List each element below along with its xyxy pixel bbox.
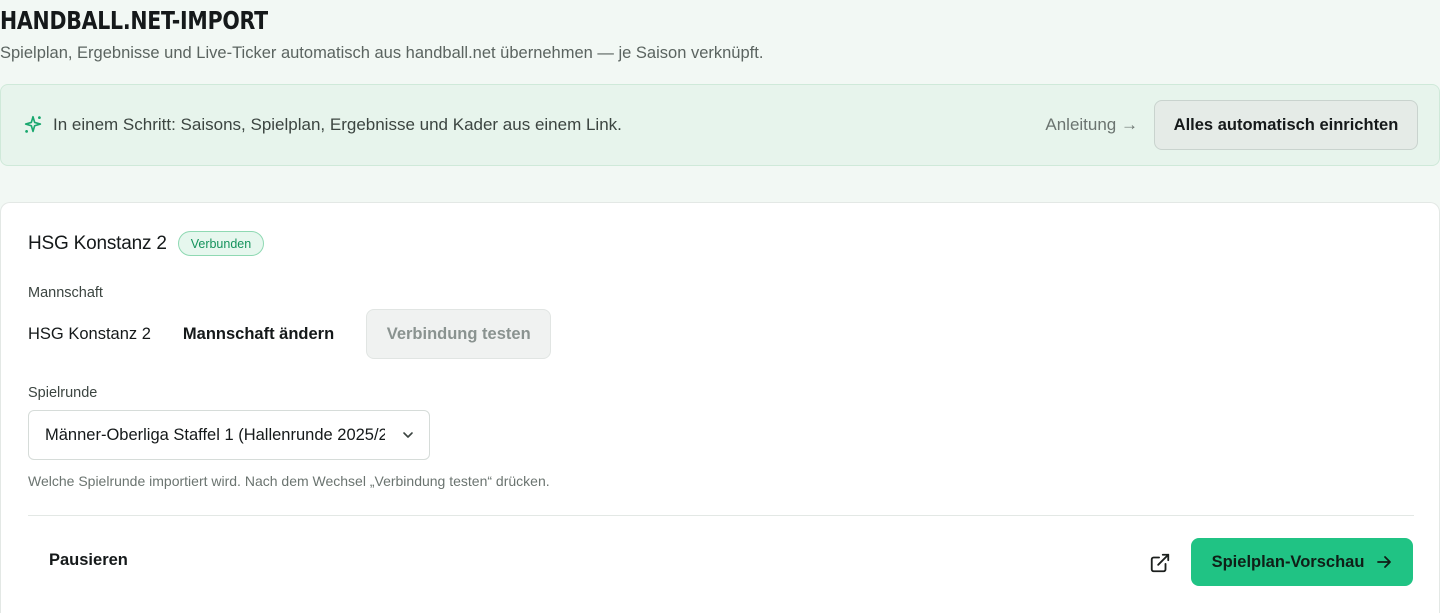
schedule-preview-button[interactable]: Spielplan-Vorschau [1191, 538, 1413, 586]
chevron-down-icon [403, 432, 413, 438]
setup-banner: In einem Schritt: Saisons, Spielplan, Er… [0, 84, 1440, 166]
schedule-preview-label: Spielplan-Vorschau [1211, 552, 1365, 571]
page-subtitle: Spielplan, Ergebnisse und Live-Ticker au… [0, 44, 764, 62]
change-team-button[interactable]: Mannschaft ändern [183, 325, 334, 344]
team-header: HSG Konstanz 2 Verbunden [28, 231, 265, 256]
spielrunde-label: Spielrunde [28, 385, 98, 401]
mannschaft-value: HSG Konstanz 2 [28, 324, 151, 343]
pause-button[interactable]: Pausieren [49, 551, 128, 570]
auto-setup-button[interactable]: Alles automatisch einrichten [1154, 100, 1418, 150]
spielrunde-selected-value: Männer-Oberliga Staffel 1 (Hallenrunde 2… [45, 425, 385, 444]
page-title: HANDBALL.NET-IMPORT [0, 6, 268, 35]
spielrunde-select[interactable]: Männer-Oberliga Staffel 1 (Hallenrunde 2… [28, 410, 430, 460]
status-badge: Verbunden [177, 231, 265, 256]
test-connection-button[interactable]: Verbindung testen [366, 309, 552, 359]
divider [28, 515, 1414, 516]
guide-link[interactable]: Anleitung → [1045, 115, 1138, 135]
team-card: HSG Konstanz 2 Verbunden Mannschaft HSG … [0, 202, 1440, 613]
team-name: HSG Konstanz 2 [28, 232, 167, 254]
sparkles-icon [22, 114, 44, 136]
spielrunde-hint: Welche Spielrunde importiert wird. Nach … [28, 473, 550, 489]
mannschaft-row: HSG Konstanz 2 Mannschaft ändern Verbind… [28, 309, 552, 359]
mannschaft-label: Mannschaft [28, 285, 103, 301]
arrow-right-icon [1377, 556, 1392, 568]
page-header: HANDBALL.NET-IMPORT Spielplan, Ergebniss… [0, 4, 763, 63]
banner-text: In einem Schritt: Saisons, Spielplan, Er… [53, 115, 622, 134]
external-link-icon[interactable] [1149, 552, 1171, 574]
